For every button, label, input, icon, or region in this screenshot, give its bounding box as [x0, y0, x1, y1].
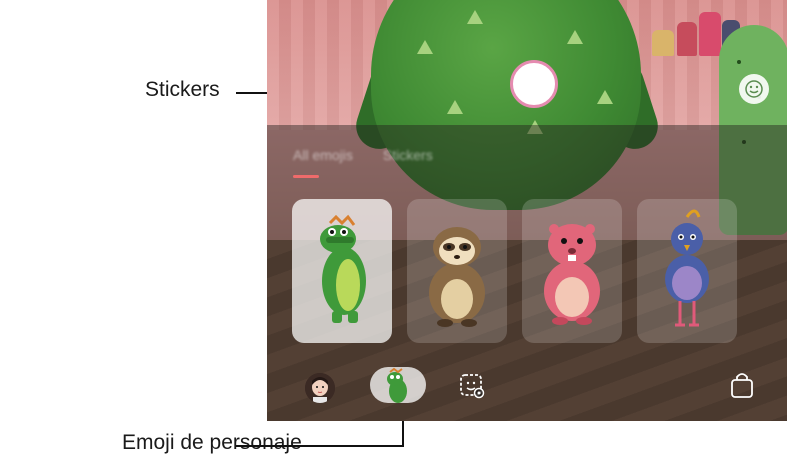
- thread-spool-decoration: [677, 22, 697, 56]
- character-emoji-callout-label: Emoji de personaje: [122, 431, 302, 454]
- pink-beaver-character-icon: [544, 224, 600, 325]
- emoji-mode-icon[interactable]: [739, 74, 769, 104]
- dinosaur-icon: [387, 367, 407, 403]
- monster-spike: [467, 10, 483, 24]
- emoji-tabs: All emojis Stickers: [293, 147, 433, 163]
- my-emoji-avatar-button[interactable]: [305, 373, 335, 403]
- character-card-blue-bird[interactable]: [637, 199, 737, 343]
- shopping-bag-icon[interactable]: [729, 371, 755, 399]
- monster-spike: [567, 30, 583, 44]
- monster-spike: [447, 100, 463, 114]
- character-emoji-callout-line: [236, 445, 404, 447]
- stickers-callout-label: Stickers: [145, 78, 220, 101]
- ar-emoji-camera-screen: All emojis Stickers: [267, 0, 787, 421]
- tab-all-emojis[interactable]: All emojis: [293, 147, 353, 163]
- character-card-pink-beaver[interactable]: [522, 199, 622, 343]
- character-card-dinosaur[interactable]: [292, 199, 392, 343]
- sloth-character-icon: [429, 227, 485, 327]
- tab-active-indicator: [293, 175, 319, 178]
- bottom-navigation-bar: [267, 363, 787, 419]
- shutter-button[interactable]: [510, 60, 558, 108]
- dinosaur-character-icon: [320, 214, 366, 323]
- avatar-icon: [305, 373, 335, 403]
- monster-spike: [417, 40, 433, 54]
- tab-stickers[interactable]: Stickers: [383, 147, 433, 163]
- thread-spool-decoration: [699, 12, 721, 56]
- cactus-dot: [737, 60, 741, 64]
- character-emoji-button[interactable]: [370, 367, 426, 403]
- monster-spike: [597, 90, 613, 104]
- thread-spool-decoration: [652, 30, 674, 56]
- stickers-icon[interactable]: [459, 373, 485, 399]
- character-card-sloth[interactable]: [407, 199, 507, 343]
- blue-bird-character-icon: [665, 209, 709, 327]
- emoji-selection-panel: All emojis Stickers: [267, 125, 787, 421]
